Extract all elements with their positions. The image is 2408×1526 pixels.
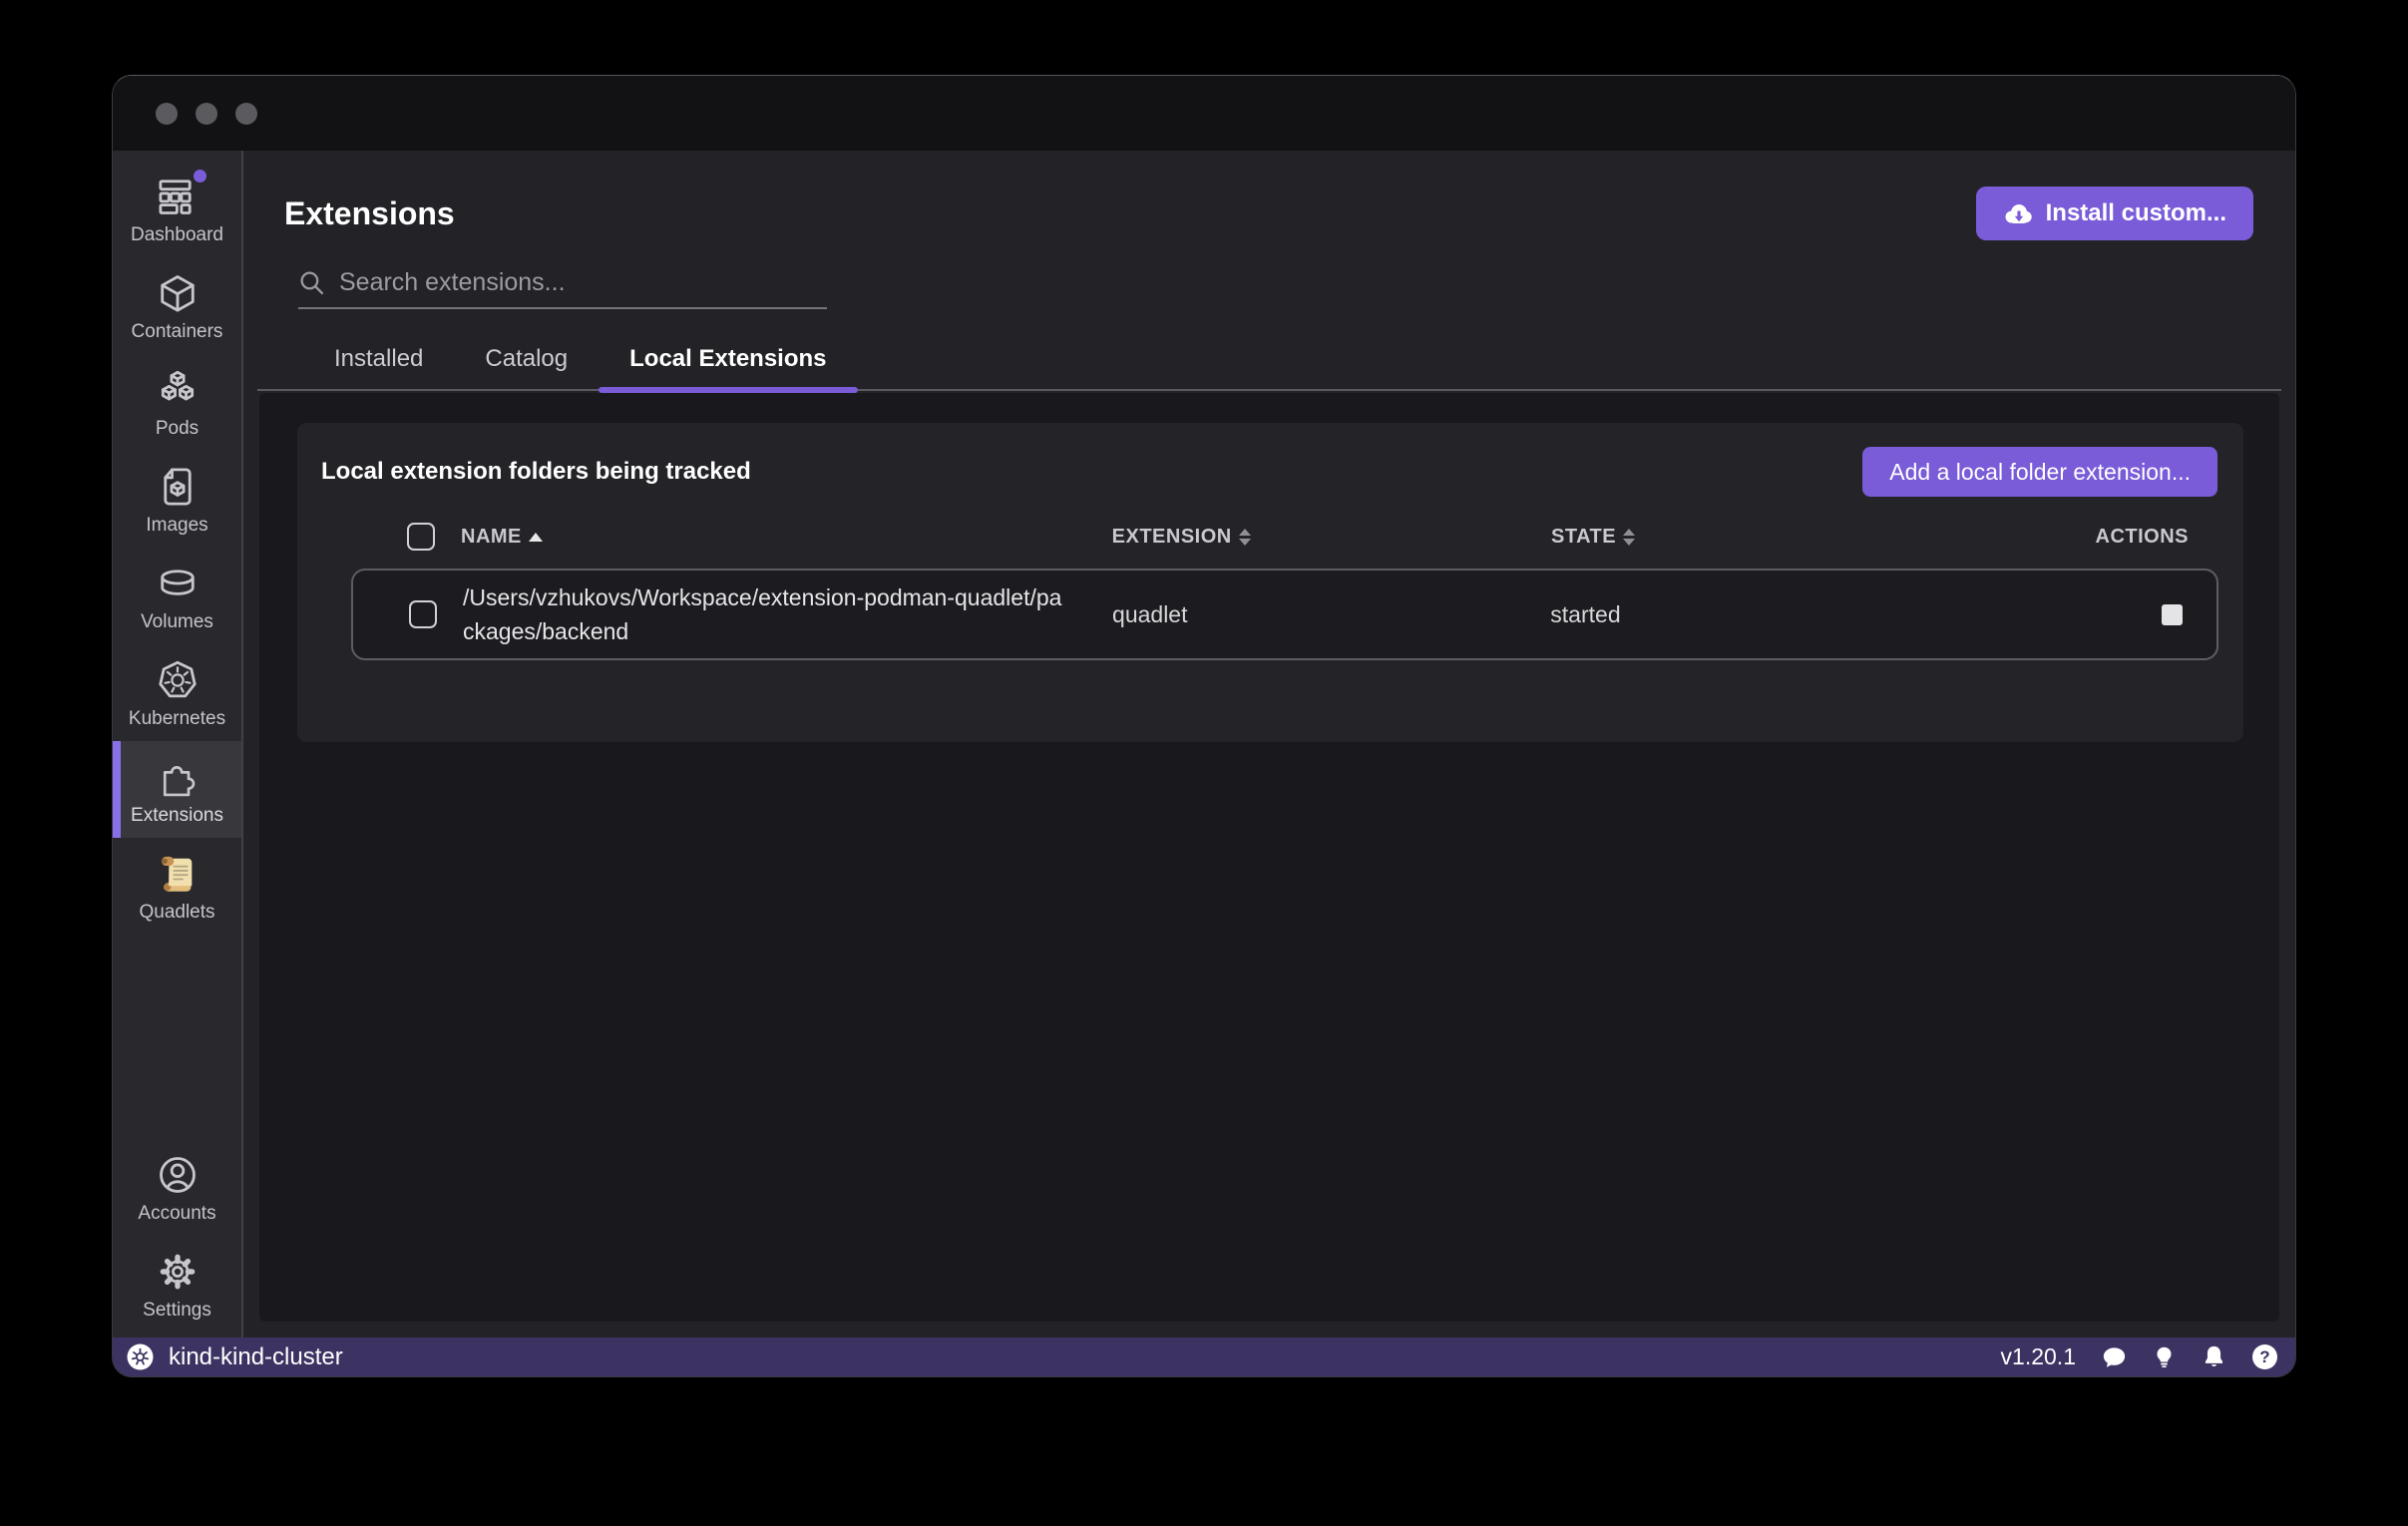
lightbulb-icon[interactable] (2153, 1344, 2176, 1369)
local-extensions-panel: Local extension folders being tracked Ad… (297, 423, 2243, 742)
sidebar-item-label: Dashboard (131, 224, 223, 246)
select-all-checkbox[interactable] (407, 523, 435, 551)
sidebar-item-label: Accounts (138, 1203, 215, 1225)
row-state: started (1550, 601, 2067, 628)
sidebar-spacer (113, 935, 241, 1139)
sidebar-item-label: Settings (143, 1300, 211, 1322)
cluster-name: kind-kind-cluster (169, 1343, 343, 1371)
sort-asc-icon (529, 533, 543, 542)
tab-local-extensions[interactable]: Local Extensions (599, 331, 857, 391)
install-custom-label: Install custom... (2046, 199, 2226, 227)
sidebar-item-label: Kubernetes (129, 708, 225, 730)
sidebar-item-label: Quadlets (139, 902, 214, 924)
sidebar: Dashboard Containers (113, 151, 243, 1337)
row-checkbox[interactable] (409, 600, 437, 628)
content-viewport: Local extension folders being tracked Ad… (259, 393, 2279, 1322)
extensions-icon (155, 754, 201, 800)
feedback-icon[interactable] (2102, 1344, 2127, 1369)
search-icon (298, 269, 325, 296)
sidebar-item-kubernetes[interactable]: Kubernetes (113, 644, 241, 741)
sidebar-item-quadlets[interactable]: Quadlets (113, 838, 241, 935)
page-title: Extensions (284, 195, 455, 232)
sidebar-item-containers[interactable]: Containers (113, 257, 241, 354)
tab-catalog[interactable]: Catalog (454, 331, 599, 391)
sort-icon (1239, 529, 1251, 546)
sidebar-item-label: Images (146, 515, 207, 537)
volumes-icon (155, 561, 201, 606)
sidebar-item-volumes[interactable]: Volumes (113, 548, 241, 644)
dashboard-icon (155, 174, 201, 219)
dashboard-notification-dot (194, 170, 206, 183)
minimize-button[interactable] (196, 103, 217, 125)
containers-icon (155, 270, 201, 316)
sidebar-item-label: Volumes (141, 611, 213, 633)
notifications-bell-icon[interactable] (2202, 1344, 2226, 1369)
sort-icon (1623, 529, 1635, 546)
search-input[interactable] (339, 268, 827, 297)
titlebar (113, 76, 2295, 151)
sidebar-item-label: Containers (132, 321, 223, 343)
column-header-state[interactable]: STATE (1551, 526, 2069, 549)
kubernetes-icon (155, 657, 201, 703)
table-row: /Users/vzhukovs/Workspace/extension-podm… (351, 569, 2218, 660)
gear-icon (155, 1249, 201, 1295)
sidebar-item-label: Extensions (131, 805, 223, 827)
page-header: Extensions Install (243, 151, 2295, 393)
column-header-extension[interactable]: EXTENSION (1112, 526, 1551, 549)
app-version: v1.20.1 (2001, 1343, 2076, 1370)
images-icon (155, 464, 201, 510)
cloud-download-icon (2003, 202, 2033, 225)
column-header-name[interactable]: NAME (461, 526, 1112, 549)
help-icon[interactable]: ? (2252, 1344, 2277, 1369)
tabs: Installed Catalog Local Extensions (243, 331, 2295, 391)
stop-button[interactable] (2162, 604, 2183, 625)
close-button[interactable] (156, 103, 178, 125)
question-glyph: ? (2252, 1344, 2277, 1369)
column-header-actions: ACTIONS (2069, 526, 2218, 549)
tab-installed[interactable]: Installed (303, 331, 454, 391)
sidebar-item-images[interactable]: Images (113, 451, 241, 548)
tabs-divider (257, 389, 2281, 391)
pods-icon (155, 367, 201, 413)
sidebar-item-extensions[interactable]: Extensions (113, 741, 241, 838)
accounts-icon (155, 1152, 201, 1198)
kube-context-button[interactable]: kind-kind-cluster (127, 1343, 343, 1371)
sidebar-item-dashboard[interactable]: Dashboard (113, 161, 241, 257)
row-folder-path: /Users/vzhukovs/Workspace/extension-podm… (463, 580, 1112, 649)
maximize-button[interactable] (235, 103, 257, 125)
kubernetes-context-icon (127, 1343, 154, 1370)
panel-title: Local extension folders being tracked (321, 458, 751, 486)
app-window: Dashboard Containers (112, 75, 2296, 1377)
sidebar-item-pods[interactable]: Pods (113, 354, 241, 451)
sidebar-item-settings[interactable]: Settings (113, 1236, 241, 1337)
sidebar-item-accounts[interactable]: Accounts (113, 1139, 241, 1236)
install-custom-button[interactable]: Install custom... (1976, 187, 2253, 240)
status-bar: kind-kind-cluster v1.20.1 (113, 1337, 2295, 1376)
quadlets-icon (155, 851, 201, 897)
table-header: NAME EXTENSION STATE (351, 517, 2218, 557)
sidebar-item-label: Pods (156, 418, 199, 440)
search-bar (298, 268, 827, 309)
row-extension: quadlet (1112, 601, 1550, 628)
add-local-folder-button[interactable]: Add a local folder extension... (1862, 447, 2217, 497)
